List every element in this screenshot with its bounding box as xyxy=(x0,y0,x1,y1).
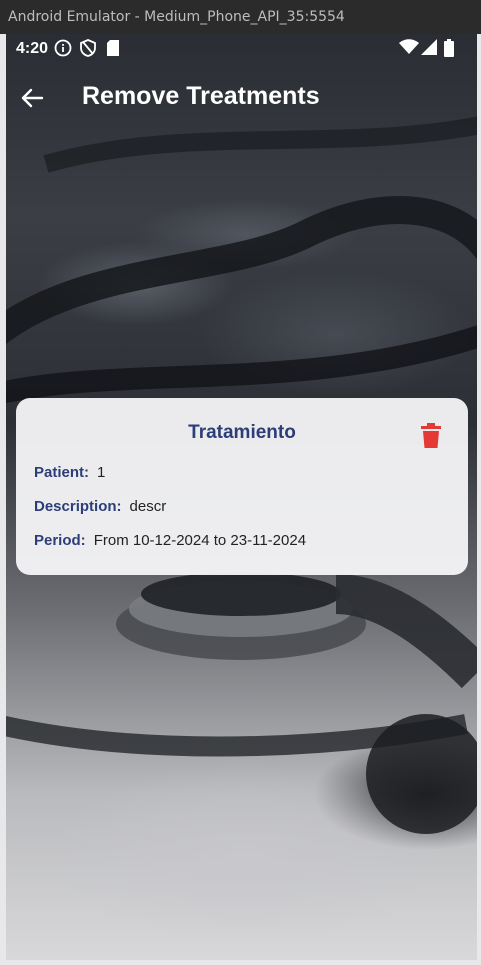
description-value: descr xyxy=(129,498,167,515)
description-label: Description: xyxy=(34,498,122,515)
patient-row: Patient: 1 xyxy=(34,464,105,481)
battery-icon xyxy=(444,39,454,62)
period-value: From 10-12-2024 to 23-11-2024 xyxy=(93,532,307,549)
phone-screen: 4:20 Remove Treatments Tratamiento Patie… xyxy=(6,34,477,960)
period-label: Period: xyxy=(34,532,86,549)
page-title: Remove Treatments xyxy=(82,82,320,110)
period-row: Period: From 10-12-2024 to 23-11-2024 xyxy=(34,532,306,549)
app-bar: Remove Treatments xyxy=(6,70,477,126)
signal-icon xyxy=(421,39,437,60)
info-icon xyxy=(54,39,72,62)
emulator-title: Android Emulator - Medium_Phone_API_35:5… xyxy=(8,9,345,25)
emulator-title-bar: Android Emulator - Medium_Phone_API_35:5… xyxy=(0,0,481,34)
shield-icon xyxy=(80,39,96,62)
wifi-icon xyxy=(399,39,419,60)
description-row: Description: descr xyxy=(34,498,166,515)
card-title: Tratamiento xyxy=(188,422,296,443)
treatment-card: Tratamiento Patient: 1 Description: descr … xyxy=(16,398,468,575)
patient-label: Patient: xyxy=(34,464,90,481)
back-arrow-icon[interactable] xyxy=(16,82,48,114)
sd-card-icon xyxy=(106,39,120,62)
patient-value: 1 xyxy=(97,464,106,481)
trash-icon[interactable] xyxy=(420,423,442,449)
status-bar: 4:20 xyxy=(6,34,477,64)
status-time: 4:20 xyxy=(16,40,49,57)
